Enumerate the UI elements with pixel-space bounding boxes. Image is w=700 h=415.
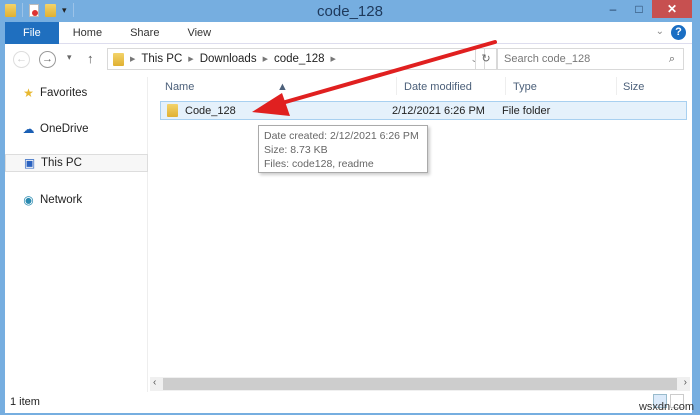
tab-home[interactable]: Home xyxy=(59,27,116,39)
search-placeholder: Search code_128 xyxy=(504,53,591,65)
folder-icon xyxy=(167,104,178,117)
cloud-icon: ☁ xyxy=(22,122,35,136)
file-row-code-128[interactable]: Code_128 2/12/2021 6:26 PM File folder xyxy=(160,101,687,120)
scrollbar-thumb[interactable] xyxy=(163,378,677,390)
window-title: code_128 xyxy=(317,3,383,20)
recent-locations-icon[interactable]: ▾ xyxy=(67,52,72,63)
refresh-button[interactable]: ↻ xyxy=(475,48,497,70)
sidebar-item-network[interactable]: ◉ Network xyxy=(5,191,148,209)
search-input[interactable]: Search code_128 ⌕ xyxy=(497,48,684,70)
up-button[interactable]: ↑ xyxy=(87,51,94,66)
folder-icon xyxy=(113,52,124,66)
help-icon[interactable]: ? xyxy=(671,25,686,40)
file-date: 2/12/2021 6:26 PM xyxy=(392,105,485,117)
breadcrumb-code-128[interactable]: code_128 xyxy=(274,53,325,65)
back-button[interactable]: ← xyxy=(13,51,30,68)
sort-ascending-icon: ▲ xyxy=(277,81,288,93)
sidebar-item-onedrive[interactable]: ☁ OneDrive xyxy=(5,120,148,138)
scroll-left-icon[interactable]: ‹ xyxy=(153,377,156,388)
file-type: File folder xyxy=(502,105,551,117)
tooltip-files: Files: code128, readme xyxy=(264,158,374,170)
column-date-modified[interactable]: Date modified xyxy=(404,81,472,93)
tooltip-date-created: Date created: 2/12/2021 6:26 PM xyxy=(264,130,419,142)
breadcrumb-downloads[interactable]: Downloads xyxy=(200,53,257,65)
forward-button[interactable]: → xyxy=(39,51,56,68)
expand-ribbon-icon[interactable]: ⌄ xyxy=(656,26,664,37)
sidebar-item-this-pc[interactable]: ▣ This PC xyxy=(5,154,148,172)
computer-icon: ▣ xyxy=(23,156,36,170)
breadcrumb-this-pc[interactable]: This PC xyxy=(141,53,182,65)
item-count: 1 item xyxy=(10,396,40,408)
sidebar-item-label: OneDrive xyxy=(40,123,89,135)
horizontal-scrollbar[interactable]: ‹ › xyxy=(150,377,690,391)
ribbon-tabs: File Home Share View xyxy=(5,21,692,44)
sidebar-item-favorites[interactable]: ★ Favorites xyxy=(5,84,148,102)
sidebar-item-label: Favorites xyxy=(40,87,88,99)
sidebar-item-label: Network xyxy=(40,194,83,206)
navigation-bar: ← → ▾ ↑ ▶ This PC ▶ Downloads ▶ code_128 ▶ … xyxy=(5,47,692,73)
folder-tooltip: Date created: 2/12/2021 6:26 PM Size: 8.… xyxy=(258,125,428,173)
file-name: Code_128 xyxy=(185,105,236,117)
watermark: wsxdn.com xyxy=(638,401,694,413)
status-bar: 1 item xyxy=(5,392,692,413)
tab-file[interactable]: File xyxy=(5,21,59,44)
tab-share[interactable]: Share xyxy=(116,27,173,39)
tooltip-size: Size: 8.73 KB xyxy=(264,144,328,156)
column-name[interactable]: Name xyxy=(165,81,194,93)
scroll-right-icon[interactable]: › xyxy=(684,377,687,388)
sidebar-item-label: This PC xyxy=(41,157,82,169)
tab-view[interactable]: View xyxy=(173,27,225,39)
address-bar[interactable]: ▶ This PC ▶ Downloads ▶ code_128 ▶ ⌄ xyxy=(107,48,485,70)
star-icon: ★ xyxy=(23,86,34,100)
navigation-pane: ★ Favorites ☁ OneDrive ▣ This PC ◉ Network xyxy=(5,77,148,392)
maximize-button[interactable]: □ xyxy=(626,0,652,18)
file-list: ▲ Name Date modified Type Size Code_128 … xyxy=(148,77,692,377)
column-size[interactable]: Size xyxy=(623,81,644,93)
minimize-button[interactable]: – xyxy=(600,0,626,18)
close-button[interactable]: ✕ xyxy=(652,0,692,18)
title-bar: ▾ code_128 – □ ✕ xyxy=(0,0,700,22)
network-icon: ◉ xyxy=(23,193,34,207)
explorer-window: File Home Share View ⌄ ? ← → ▾ ↑ ▶ This P… xyxy=(5,21,692,413)
column-type[interactable]: Type xyxy=(513,81,537,93)
search-icon[interactable]: ⌕ xyxy=(669,49,675,69)
